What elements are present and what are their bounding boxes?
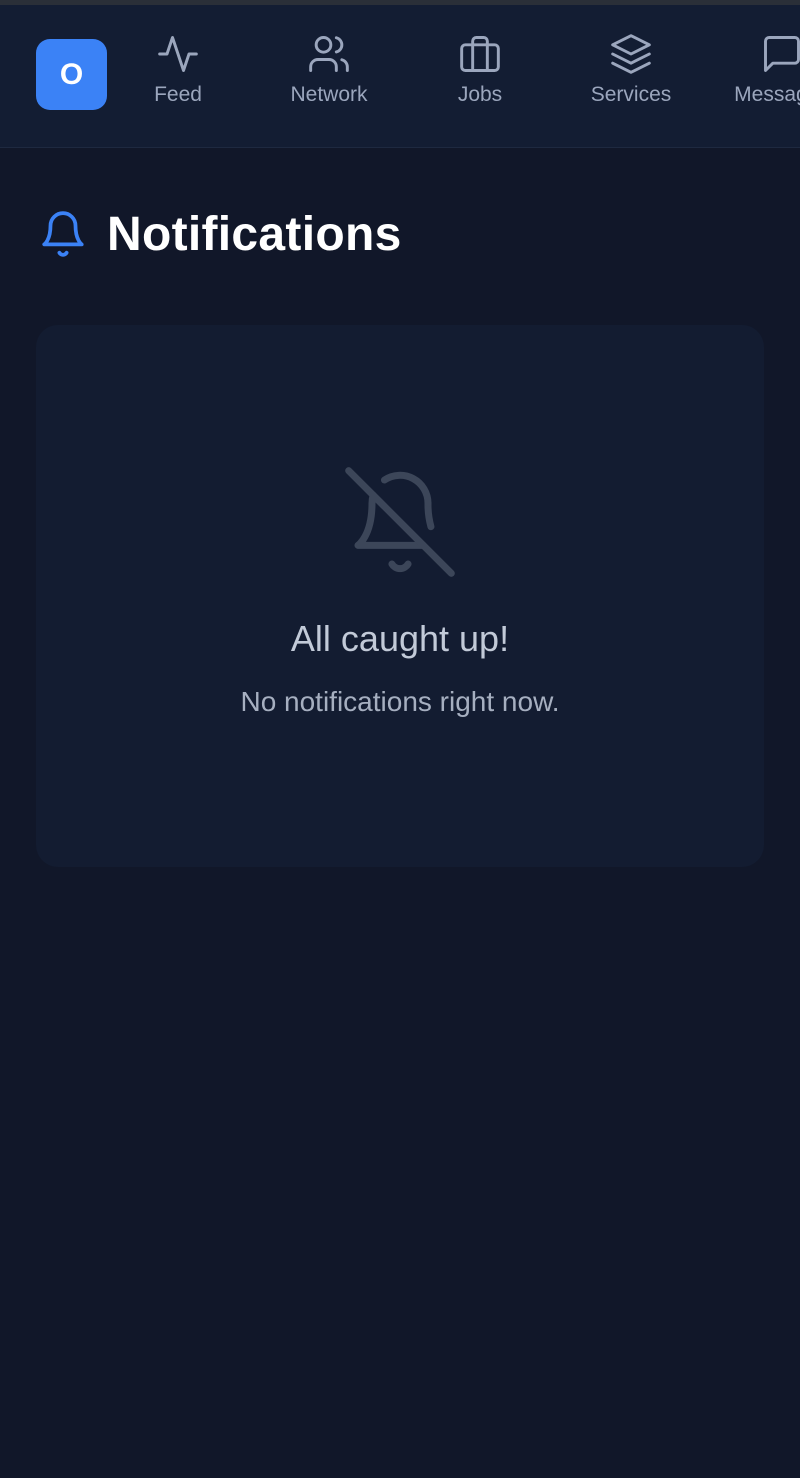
logo-letter: O — [59, 57, 84, 91]
notifications-empty-card — [36, 325, 764, 867]
nav-item-jobs[interactable]: Jobs — [415, 31, 545, 107]
nav-item-feed[interactable]: Feed — [113, 31, 243, 107]
nav-item-network[interactable]: Network — [264, 31, 394, 107]
empty-state-title: All caught up! — [290, 618, 510, 659]
nav-label-jobs: Jobs — [457, 83, 503, 106]
nav-label-services: Services — [590, 83, 672, 106]
message-square-icon — [759, 31, 800, 77]
page-heading: Notifications — [38, 206, 402, 262]
nav-label-messages: Messages — [734, 83, 800, 106]
bell-off-icon — [344, 466, 456, 578]
bell-icon — [38, 206, 88, 262]
users-icon — [306, 31, 352, 77]
nav-item-messages[interactable]: Messages — [717, 31, 800, 107]
nav-label-feed: Feed — [154, 83, 202, 106]
nav-label-network: Network — [290, 83, 368, 106]
activity-icon — [155, 31, 201, 77]
briefcase-icon — [457, 31, 503, 77]
empty-state-subtitle: No notifications right now. — [240, 686, 560, 717]
layers-icon — [608, 31, 654, 77]
page-title: Notifications — [107, 207, 402, 261]
nav-item-services[interactable]: Services — [566, 31, 696, 107]
app-logo[interactable]: O — [36, 39, 107, 110]
top-navbar: O Feed Network Jobs Services Messa — [0, 5, 800, 148]
